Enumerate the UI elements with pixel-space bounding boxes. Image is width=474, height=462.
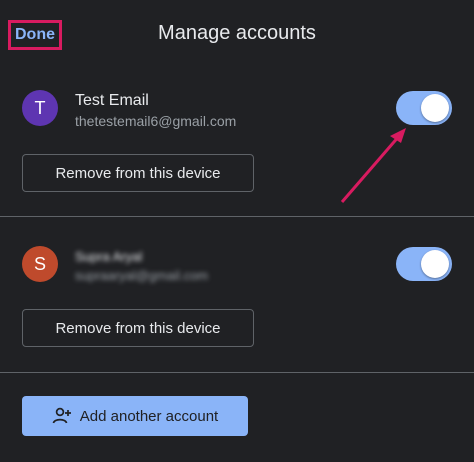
header: Done Manage accounts <box>0 0 474 70</box>
account-sync-toggle[interactable] <box>396 91 452 125</box>
account-sync-toggle[interactable] <box>396 247 452 281</box>
avatar: S <box>22 246 58 282</box>
toggle-knob <box>421 94 449 122</box>
divider <box>0 372 474 373</box>
avatar: T <box>22 90 58 126</box>
remove-account-button[interactable]: Remove from this device <box>22 154 254 192</box>
account-name: Supra Aryal <box>75 249 143 264</box>
account-name: Test Email <box>75 92 149 109</box>
add-account-label: Add another account <box>79 407 219 425</box>
page-title: Manage accounts <box>158 22 316 44</box>
divider <box>0 216 474 217</box>
toggle-knob <box>421 250 449 278</box>
account-email: thetestemail6@gmail.com <box>75 113 237 129</box>
remove-account-button[interactable]: Remove from this device <box>22 309 254 347</box>
add-person-icon <box>52 407 72 425</box>
account-email: supraaryal@gmail.com <box>75 268 209 283</box>
add-account-button[interactable]: Add another account <box>22 396 248 436</box>
